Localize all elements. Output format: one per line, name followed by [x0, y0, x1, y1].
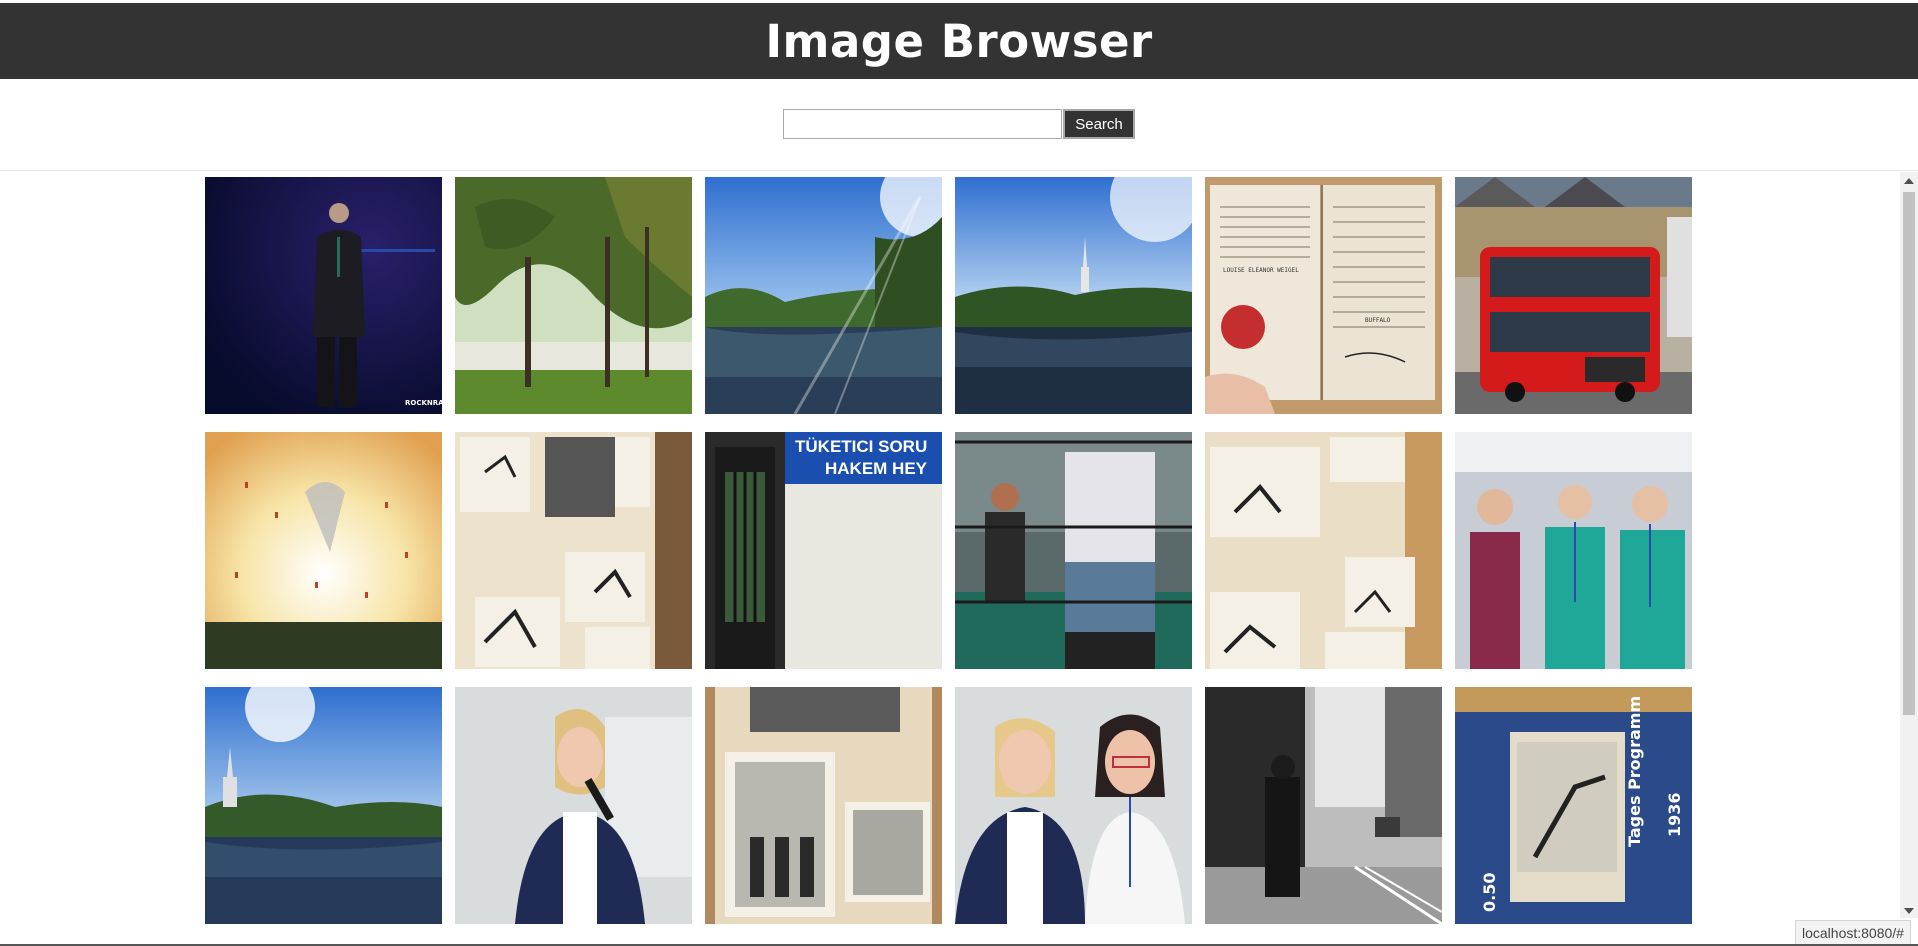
- sign-line-1: TÜKETICI SORU: [795, 437, 927, 456]
- program-year: 1936: [1665, 792, 1684, 837]
- image-photo-album-jumpers[interactable]: [1205, 432, 1442, 669]
- image-photo-album-ski[interactable]: [455, 432, 692, 669]
- image-singer-on-stage-thumbnail: ROCKNRA: [205, 177, 442, 414]
- image-two-women-smiling-thumbnail: [955, 687, 1192, 924]
- image-red-double-decker-bus[interactable]: [1455, 177, 1692, 414]
- image-trees-by-lake[interactable]: [455, 177, 692, 414]
- image-lake-sunny-park-thumbnail: [705, 177, 942, 414]
- image-old-passport[interactable]: LOUISE ELEANOR WEIGEL BUFFALO: [1205, 177, 1442, 414]
- image-sign-tuketici[interactable]: TÜKETICI SORU HAKEM HEY: [705, 432, 942, 669]
- vertical-scrollbar[interactable]: [1900, 172, 1918, 918]
- status-bar-url: localhost:8080/#: [1795, 920, 1911, 946]
- search-input[interactable]: [783, 109, 1062, 139]
- image-woman-speaking-microphone[interactable]: [455, 687, 692, 924]
- image-street-black-white[interactable]: [1205, 687, 1442, 924]
- page-header: Image Browser: [0, 3, 1918, 79]
- scroll-up-arrow-icon[interactable]: [1904, 178, 1914, 184]
- image-woman-speaking-microphone-thumbnail: [455, 687, 692, 924]
- image-trees-by-lake-thumbnail: [455, 177, 692, 414]
- image-olympic-program-1936-thumbnail: Tages Programm 1936 0.50: [1455, 687, 1692, 924]
- image-sign-tuketici-thumbnail: TÜKETICI SORU HAKEM HEY: [705, 432, 942, 669]
- image-three-women-conference[interactable]: [1455, 432, 1692, 669]
- image-street-black-white-thumbnail: [1205, 687, 1442, 924]
- image-singer-on-stage[interactable]: ROCKNRA: [205, 177, 442, 414]
- image-explosion-scene-thumbnail: [205, 432, 442, 669]
- image-gallery: ROCKNRA LOUISE ELEANOR WEIGEL BUFFALO TÜ…: [0, 172, 1918, 946]
- program-title: Tages Programm: [1625, 696, 1644, 847]
- image-lake-church-sun[interactable]: [205, 687, 442, 924]
- scrollbar-thumb[interactable]: [1903, 192, 1915, 715]
- search-bar: Search: [0, 79, 1918, 171]
- page-title: Image Browser: [765, 14, 1153, 68]
- image-old-passport-thumbnail: LOUISE ELEANOR WEIGEL BUFFALO: [1205, 177, 1442, 414]
- image-lake-with-church[interactable]: [955, 177, 1192, 414]
- image-explosion-scene[interactable]: [205, 432, 442, 669]
- image-photo-album-winter[interactable]: [705, 687, 942, 924]
- image-grid: ROCKNRA LOUISE ELEANOR WEIGEL BUFFALO TÜ…: [205, 177, 1693, 924]
- image-lake-sunny-park[interactable]: [705, 177, 942, 414]
- image-wrestling-ring[interactable]: [955, 432, 1192, 669]
- image-lake-with-church-thumbnail: [955, 177, 1192, 414]
- image-photo-album-winter-thumbnail: [705, 687, 942, 924]
- image-lake-church-sun-thumbnail: [205, 687, 442, 924]
- image-three-women-conference-thumbnail: [1455, 432, 1692, 669]
- image-red-double-decker-bus-thumbnail: [1455, 177, 1692, 414]
- passport-name: LOUISE ELEANOR WEIGEL: [1223, 267, 1299, 274]
- image-photo-album-ski-thumbnail: [455, 432, 692, 669]
- search-button[interactable]: Search: [1063, 109, 1135, 139]
- sign-line-2: HAKEM HEY: [825, 459, 928, 478]
- passport-city: BUFFALO: [1365, 317, 1391, 324]
- image-photo-album-jumpers-thumbnail: [1205, 432, 1442, 669]
- scroll-down-arrow-icon[interactable]: [1904, 908, 1914, 914]
- image-olympic-program-1936[interactable]: Tages Programm 1936 0.50: [1455, 687, 1692, 924]
- image-caption: ROCKNRA: [405, 399, 442, 407]
- program-price: 0.50: [1480, 873, 1499, 912]
- image-wrestling-ring-thumbnail: [955, 432, 1192, 669]
- image-two-women-smiling[interactable]: [955, 687, 1192, 924]
